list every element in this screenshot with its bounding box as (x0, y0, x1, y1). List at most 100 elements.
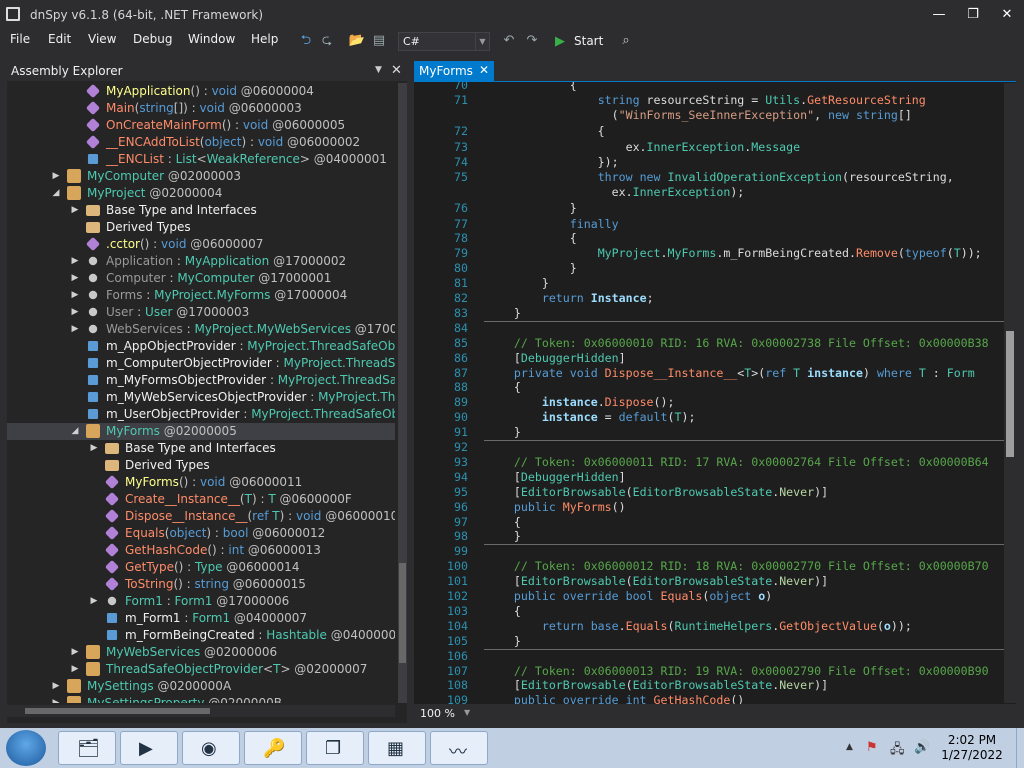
scroll-thumb[interactable] (25, 708, 210, 714)
expand-arrow-icon[interactable]: ▶ (70, 304, 80, 321)
panel-close-icon[interactable]: ✕ (391, 63, 402, 78)
tree-node[interactable]: ◢ MyForms @02000005 (7, 423, 395, 440)
expand-arrow-icon[interactable]: ▶ (51, 168, 61, 185)
save-icon[interactable]: ▤ (370, 32, 388, 50)
collapse-arrow-icon[interactable]: ◢ (70, 423, 80, 440)
tree-vertical-scrollbar[interactable] (398, 83, 407, 703)
tree-node[interactable]: ▶ Computer : MyComputer @17000001 (7, 270, 395, 287)
tree-node[interactable]: m_MyFormsObjectProvider : MyProject.Thre… (7, 372, 395, 389)
tree-node[interactable]: MyApplication() : void @06000004 (7, 83, 395, 100)
tree-node[interactable]: ▶ MySettings @0200000A (7, 678, 395, 695)
expand-arrow-icon[interactable]: ▶ (51, 678, 61, 695)
code-line: 107 // Token: 0x06000013 RID: 19 RVA: 0x… (414, 663, 1004, 679)
tree-node[interactable]: Create__Instance__(T) : T @0600000F (7, 491, 395, 508)
language-select[interactable]: C# ▼ (398, 32, 490, 51)
taskbar-app[interactable]: 🗂 (58, 731, 116, 765)
tree-node[interactable]: ▶ Form1 : Form1 @17000006 (7, 593, 395, 610)
tree-node[interactable]: ▶ User : User @17000003 (7, 304, 395, 321)
maximize-button[interactable]: ❐ (956, 4, 990, 26)
undo-icon[interactable]: ↶ (500, 32, 518, 50)
expand-arrow-icon[interactable]: ▶ (70, 321, 80, 338)
tree-node[interactable]: m_Form1 : Form1 @04000007 (7, 610, 395, 627)
tree-node[interactable]: OnCreateMainForm() : void @06000005 (7, 117, 395, 134)
tree-node[interactable]: ▶ MyWebServices @02000006 (7, 644, 395, 661)
scroll-thumb[interactable] (1006, 331, 1014, 457)
volume-icon[interactable]: 🔊 (914, 740, 930, 755)
tree-node[interactable]: Derived Types (7, 457, 395, 474)
tree-node[interactable]: m_AppObjectProvider : MyProject.ThreadSa… (7, 338, 395, 355)
taskbar-app[interactable]: ◉ (182, 731, 240, 765)
expand-arrow-icon[interactable]: ▶ (89, 440, 99, 457)
taskbar-app[interactable]: 〰 (430, 731, 488, 765)
expand-arrow-icon[interactable]: ▶ (89, 593, 99, 610)
expand-arrow-icon[interactable]: ▶ (70, 661, 80, 678)
menu-debug[interactable]: Debug (133, 32, 172, 46)
menu-window[interactable]: Window (188, 32, 235, 46)
open-folder-icon[interactable]: 📂 (348, 32, 366, 50)
assembly-explorer-title: Assembly Explorer (11, 64, 123, 78)
code-editor[interactable]: 70 {71 string resourceString = Utils.Get… (414, 82, 1016, 704)
tree-node[interactable]: ▶ Forms : MyProject.MyForms @17000004 (7, 287, 395, 304)
search-icon[interactable]: ⌕ (617, 32, 635, 50)
system-clock[interactable]: 2:02 PM 1/27/2022 (930, 733, 1014, 765)
code-line: 96 public MyForms() (414, 499, 1004, 515)
tree-node[interactable]: ▶ Base Type and Interfaces (7, 440, 395, 457)
expand-arrow-icon[interactable]: ▶ (70, 202, 80, 219)
expand-arrow-icon[interactable]: ▶ (70, 253, 80, 270)
redo-icon[interactable]: ↷ (523, 32, 541, 50)
menu-file[interactable]: File (10, 32, 30, 46)
zoom-level[interactable]: 100 % ▼ (414, 705, 474, 722)
scroll-thumb[interactable] (399, 563, 406, 663)
taskbar-app[interactable]: 🔑 (244, 731, 302, 765)
taskbar-app[interactable]: ▶ (120, 731, 178, 765)
tree-node[interactable]: Main(string[]) : void @06000003 (7, 100, 395, 117)
tab-myforms[interactable]: MyForms ✕ (414, 61, 494, 81)
editor-vertical-scrollbar[interactable] (1004, 83, 1016, 703)
tree-node[interactable]: GetHashCode() : int @06000013 (7, 542, 395, 559)
navigate-back-icon[interactable]: ⮌ (297, 32, 315, 50)
tree-node[interactable]: Equals(object) : bool @06000012 (7, 525, 395, 542)
tree-node[interactable]: Dispose__Instance__(ref T) : void @06000… (7, 508, 395, 525)
tree-node[interactable]: ▶ Application : MyApplication @17000002 (7, 253, 395, 270)
expand-arrow-icon[interactable]: ▶ (70, 270, 80, 287)
show-hidden-icons[interactable]: ▲ (846, 742, 853, 752)
tree-horizontal-scrollbar[interactable] (7, 705, 395, 717)
expand-arrow-icon[interactable]: ▶ (51, 695, 61, 703)
tree-node[interactable]: .cctor() : void @06000007 (7, 236, 395, 253)
tree-node[interactable]: ▶ Base Type and Interfaces (7, 202, 395, 219)
tree-node[interactable]: ▶ WebServices : MyProject.MyWebServices @… (7, 321, 395, 338)
tree-node[interactable]: GetType() : Type @06000014 (7, 559, 395, 576)
close-button[interactable]: ✕ (990, 4, 1024, 26)
tree-node[interactable]: __ENCList : List<WeakReference> @0400000… (7, 151, 395, 168)
expand-arrow-icon[interactable]: ▶ (70, 287, 80, 304)
tree-node[interactable]: m_ComputerObjectProvider : MyProject.Thr… (7, 355, 395, 372)
minimize-button[interactable]: — (922, 4, 956, 26)
tree-node[interactable]: ▶ ThreadSafeObjectProvider<T> @02000007 (7, 661, 395, 678)
navigate-forward-icon[interactable]: ⮎ (318, 32, 336, 50)
tree-node[interactable]: MyForms() : void @06000011 (7, 474, 395, 491)
tree-node[interactable]: m_FormBeingCreated : Hashtable @04000008 (7, 627, 395, 644)
menu-view[interactable]: View (88, 32, 116, 46)
action-center-icon[interactable]: ⚑ (866, 740, 878, 755)
show-desktop-button[interactable] (1016, 728, 1024, 768)
windows-start-button[interactable] (6, 730, 46, 766)
editor-horizontal-scrollbar[interactable] (487, 708, 1007, 720)
tab-close-icon[interactable]: ✕ (479, 63, 489, 77)
tree-node[interactable]: ▶ MyComputer @02000003 (7, 168, 395, 185)
tree-node[interactable]: m_MyWebServicesObjectProvider : MyProjec… (7, 389, 395, 406)
start-debugging-button[interactable]: ▶ Start (555, 33, 605, 50)
menu-edit[interactable]: Edit (48, 32, 71, 46)
panel-menu-icon[interactable]: ▼ (375, 65, 382, 75)
tree-node[interactable]: ToString() : string @06000015 (7, 576, 395, 593)
tree-node[interactable]: __ENCAddToList(object) : void @06000002 (7, 134, 395, 151)
tree-node[interactable]: ◢ MyProject @02000004 (7, 185, 395, 202)
expand-arrow-icon[interactable]: ▶ (70, 644, 80, 661)
menu-help[interactable]: Help (251, 32, 278, 46)
tree-node[interactable]: m_UserObjectProvider : MyProject.ThreadS… (7, 406, 395, 423)
taskbar-app[interactable]: ▦ (368, 731, 426, 765)
tree-node[interactable]: Derived Types (7, 219, 395, 236)
taskbar-app[interactable]: ❐ (306, 731, 364, 765)
network-icon[interactable]: 🖧 (890, 740, 905, 762)
tree-node[interactable]: ▶ MySettingsProperty @0200000B (7, 695, 395, 703)
collapse-arrow-icon[interactable]: ◢ (51, 185, 61, 202)
